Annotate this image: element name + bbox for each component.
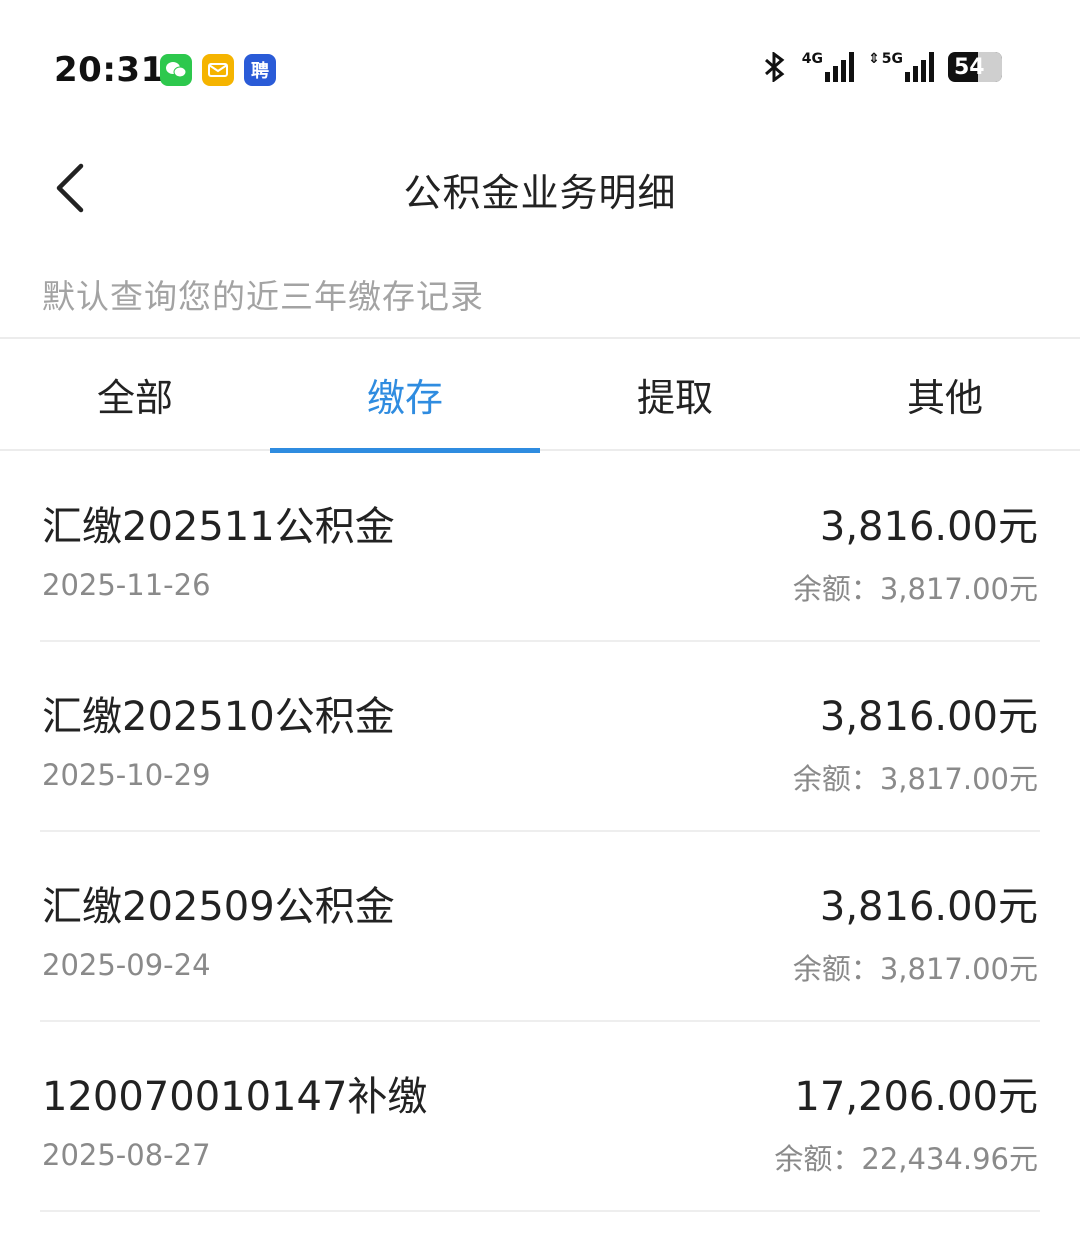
mail-icon xyxy=(202,54,234,86)
tab-label: 全部 xyxy=(96,375,173,420)
job-app-icon: 聘 xyxy=(244,54,276,86)
navigation-bar: 公积金业务明细 xyxy=(0,140,1080,236)
tab-label: 缴存 xyxy=(366,375,443,420)
notification-icons: 聘 xyxy=(160,54,276,86)
job-app-glyph: 聘 xyxy=(251,61,269,82)
record-date: 2025-09-24 xyxy=(42,948,211,982)
battery-level: 54 xyxy=(954,54,985,80)
record-amount: 3,816.00元 xyxy=(819,884,1038,930)
tab-deposit[interactable]: 缴存 xyxy=(270,339,540,453)
wechat-icon xyxy=(160,54,192,86)
network-5g-label: 5G xyxy=(881,51,903,67)
record-title: 汇缴202510公积金 xyxy=(42,694,395,740)
record-list: 汇缴202511公积金 2025-11-26 3,816.00元 余额：3,81… xyxy=(40,452,1040,1212)
query-hint: 默认查询您的近三年缴存记录 xyxy=(42,277,484,316)
tab-label: 其他 xyxy=(906,375,983,420)
record-balance: 余额：3,817.00元 xyxy=(792,952,1038,986)
bluetooth-icon xyxy=(764,52,785,82)
list-item[interactable]: 汇缴202511公积金 2025-11-26 3,816.00元 余额：3,81… xyxy=(40,452,1040,642)
record-title: 汇缴202509公积金 xyxy=(42,884,395,930)
signal-bars-icon xyxy=(905,52,934,82)
signal-bars-icon xyxy=(825,52,855,82)
network-4g-label: 4G xyxy=(801,51,824,67)
signal-5g: ⇕ 5G xyxy=(868,52,934,82)
status-bar: 20:31 聘 4G ⇕ 5G 54 xyxy=(0,0,1080,140)
record-date: 2025-08-27 xyxy=(42,1138,211,1172)
record-amount: 3,816.00元 xyxy=(819,504,1038,550)
data-arrows-icon: ⇕ xyxy=(868,51,880,67)
record-date: 2025-10-29 xyxy=(42,758,211,792)
list-item[interactable]: 120070010147补缴 2025-08-27 17,206.00元 余额：… xyxy=(40,1022,1040,1212)
record-date: 2025-11-26 xyxy=(42,568,211,602)
list-item[interactable]: 汇缴202509公积金 2025-09-24 3,816.00元 余额：3,81… xyxy=(40,832,1040,1022)
tab-label: 提取 xyxy=(636,375,713,420)
battery-icon: 54 xyxy=(948,52,1002,82)
record-balance: 余额：22,434.96元 xyxy=(774,1142,1038,1176)
record-balance: 余额：3,817.00元 xyxy=(792,762,1038,796)
tab-bar: 全部 缴存 提取 其他 xyxy=(0,339,1080,453)
record-title: 汇缴202511公积金 xyxy=(42,504,395,550)
tab-all[interactable]: 全部 xyxy=(0,339,270,449)
clock: 20:31 xyxy=(54,50,165,90)
record-amount: 17,206.00元 xyxy=(794,1074,1038,1120)
signal-4g: 4G xyxy=(801,51,855,82)
record-title: 120070010147补缴 xyxy=(42,1074,428,1120)
record-balance: 余额：3,817.00元 xyxy=(792,572,1038,606)
tab-other[interactable]: 其他 xyxy=(810,339,1080,449)
system-icons: 4G ⇕ 5G 54 xyxy=(762,52,1002,82)
tab-withdraw[interactable]: 提取 xyxy=(540,339,810,449)
page-title: 公积金业务明细 xyxy=(403,171,677,215)
list-item[interactable]: 汇缴202510公积金 2025-10-29 3,816.00元 余额：3,81… xyxy=(40,642,1040,832)
record-amount: 3,816.00元 xyxy=(819,694,1038,740)
